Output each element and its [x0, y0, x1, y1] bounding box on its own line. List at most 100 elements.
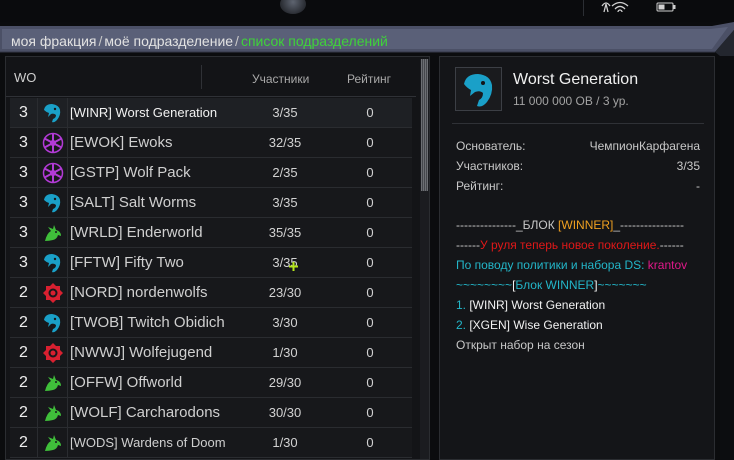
unit-row[interactable]: 3 [FFTW] Fifty Two 3/35 0: [10, 248, 412, 278]
unit-row[interactable]: 2 [TWOB] Twitch Obidich 3/30 0: [10, 308, 412, 338]
members-row: Участников: 3/35: [456, 159, 700, 173]
unit-row[interactable]: 3 [WINR] Worst Generation 3/35 0: [10, 98, 412, 128]
desc-line: ---------------_БЛОК [WINNER]_----------…: [456, 218, 684, 232]
unit-row[interactable]: 2 [NWWJ] Wolfejugend 1/30 0: [10, 338, 412, 368]
unit-detail-panel: Worst Generation 11 000 000 ОВ / 3 ур. О…: [439, 56, 715, 460]
scrollbar-thumb[interactable]: [421, 59, 428, 191]
unit-level: 3: [10, 128, 38, 157]
breadcrumb-current: список подразделений: [240, 33, 388, 49]
unit-members: 23/30: [268, 285, 302, 300]
unit-row[interactable]: 2 [OFFW] Offworld 29/30 0: [10, 368, 412, 398]
unit-level: 2: [10, 278, 38, 307]
header-members[interactable]: Участники: [252, 72, 309, 86]
unit-members: 1/30: [272, 345, 298, 360]
unit-rating: 0: [366, 285, 374, 300]
unit-name: [NORD] nordenwolfs: [70, 284, 208, 301]
unit-list-panel: WO Участники Рейтинг 3 [WINR] Worst Gener…: [5, 56, 430, 460]
rating-row: Рейтинг: -: [456, 179, 700, 193]
unit-rating: 0: [366, 375, 374, 390]
eagle-icon: [44, 254, 61, 273]
unit-subtitle: 11 000 000 ОВ / 3 ур.: [513, 94, 629, 108]
unit-members: 29/30: [268, 375, 302, 390]
unit-description: ---------------_БЛОК [WINNER]_----------…: [456, 215, 706, 355]
unit-name: [WINR] Worst Generation: [70, 105, 218, 120]
divider: [583, 0, 584, 16]
unit-rating: 0: [366, 165, 374, 180]
header-filter[interactable]: WO: [14, 70, 36, 85]
unit-members: 35/35: [268, 225, 302, 240]
unit-level: 3: [10, 248, 38, 277]
eagle-icon: [464, 74, 493, 107]
founder-value[interactable]: ЧемпионКарфагена: [590, 139, 700, 153]
unit-list: 3 [WINR] Worst Generation 3/35 0 3 [EWOK] Ewo…: [10, 98, 412, 458]
unit-members: 3/35: [272, 105, 298, 120]
unit-rating: 0: [366, 105, 374, 120]
unit-level: 2: [10, 368, 38, 397]
rating-label: Рейтинг:: [456, 179, 504, 193]
unit-title: Worst Generation: [513, 71, 639, 88]
dragon-icon: [45, 225, 61, 241]
unit-row[interactable]: 2 [WODS] Wardens of Doom 1/30 0: [10, 428, 412, 458]
unit-row[interactable]: 3 [SALT] Salt Worms 3/35 0: [10, 188, 412, 218]
breadcrumb-separator: /: [98, 33, 103, 49]
unit-rating: 0: [366, 255, 374, 270]
unit-members: 3/35: [272, 195, 298, 210]
breadcrumb-my-unit[interactable]: моё подразделение: [104, 33, 233, 49]
list-header: WO Участники Рейтинг: [6, 57, 416, 97]
unit-row[interactable]: 2 [WOLF] Carcharodons 30/30 0: [10, 398, 412, 428]
dragon-icon: [45, 405, 61, 421]
desc-line: Открыт набор на сезон: [456, 338, 585, 352]
unit-row[interactable]: 3 [EWOK] Ewoks 32/35 0: [10, 128, 412, 158]
founder-label: Основатель:: [456, 139, 526, 153]
unit-name: [GSTP] Wolf Pack: [70, 164, 191, 181]
divider: [452, 123, 704, 124]
unit-name: [SALT] Salt Worms: [70, 194, 197, 211]
cursor-crosshair-icon: [289, 262, 298, 271]
unit-members: 3/35: [272, 255, 298, 270]
eagle-icon: [44, 104, 61, 123]
unit-name: [TWOB] Twitch Obidich: [70, 314, 225, 331]
unit-members: 32/35: [268, 135, 302, 150]
unit-level: 3: [10, 218, 38, 247]
unit-name: [EWOK] Ewoks: [70, 134, 173, 151]
unit-rating: 0: [366, 135, 374, 150]
unit-row[interactable]: 2 [NORD] nordenwolfs 23/30 0: [10, 278, 412, 308]
desc-line: ------У руля теперь новое поколение.----…: [456, 238, 684, 252]
unit-level: 3: [10, 158, 38, 187]
eagle-icon: [44, 194, 61, 213]
unit-name: [WOLF] Carcharodons: [70, 404, 221, 421]
unit-rating: 0: [366, 405, 374, 420]
unit-name: [FFTW] Fifty Two: [70, 254, 184, 271]
unit-level: 3: [10, 188, 38, 217]
desc-line: По поводу политики и набора DS: krantov: [456, 258, 688, 272]
header-rating[interactable]: Рейтинг: [347, 72, 391, 86]
unit-rating: 0: [366, 225, 374, 240]
top-orb-icon: [280, 0, 306, 14]
eagle-icon: [44, 314, 61, 333]
breadcrumb-separator: /: [235, 33, 239, 49]
list-scrollbar[interactable]: [420, 59, 429, 459]
gear-icon: [43, 343, 63, 363]
breadcrumb-my-faction[interactable]: моя фракция: [11, 33, 97, 49]
unit-rating: 0: [366, 315, 374, 330]
unit-row[interactable]: 3 [WRLD] Enderworld 35/35 0: [10, 218, 412, 248]
unit-rating: 0: [366, 435, 374, 450]
members-value: 3/35: [676, 159, 700, 173]
unit-members: 2/35: [272, 165, 298, 180]
members-label: Участников:: [456, 159, 524, 173]
unit-row[interactable]: 3 [GSTP] Wolf Pack 2/35 0: [10, 158, 412, 188]
star-icon: [42, 162, 64, 184]
unit-rating: 0: [366, 195, 374, 210]
unit-name: [WRLD] Enderworld: [70, 224, 203, 241]
unit-emblem: [455, 67, 502, 111]
unit-members: 30/30: [268, 405, 302, 420]
unit-name: [WODS] Wardens of Doom: [70, 435, 226, 450]
dragon-icon: [45, 375, 61, 391]
desc-line: 2. [XGEN] Wise Generation: [456, 318, 603, 332]
header-divider: [201, 65, 202, 89]
star-icon: [42, 132, 64, 154]
unit-rating: 0: [366, 345, 374, 360]
unit-level: 2: [10, 338, 38, 367]
top-status-bar: [0, 0, 734, 22]
dragon-icon: [45, 435, 61, 451]
